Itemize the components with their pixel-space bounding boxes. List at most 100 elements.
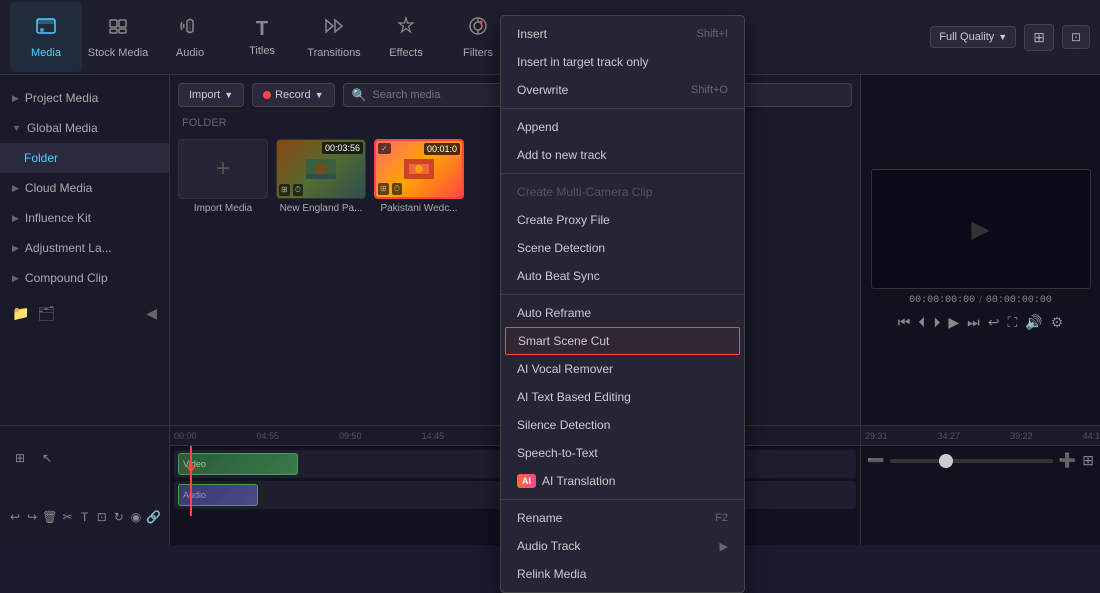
- loop-btn[interactable]: ↩: [988, 314, 1000, 331]
- mark-in-btn[interactable]: ⏴: [918, 314, 925, 331]
- sidebar-item-influence-kit[interactable]: ▶ Influence Kit: [0, 203, 169, 233]
- plus-icon: +: [216, 155, 230, 183]
- clip-label-2: Audio: [183, 490, 206, 500]
- expand-btn[interactable]: ⊡: [1062, 25, 1090, 49]
- toolbar-btn-stock[interactable]: Stock Media: [82, 2, 154, 72]
- menu-item-add-track[interactable]: Add to new track: [501, 141, 744, 169]
- menu-item-create-proxy[interactable]: Create Proxy File: [501, 206, 744, 234]
- menu-item-auto-reframe-label: Auto Reframe: [517, 306, 591, 320]
- ne-thumb-box[interactable]: 00:03:56 ⊞ ⏱: [276, 139, 366, 199]
- import-label: Import: [189, 89, 220, 101]
- menu-item-smart-scene-cut[interactable]: Smart Scene Cut: [505, 327, 740, 355]
- sidebar-item-compound-clip[interactable]: ▶ Compound Clip: [0, 263, 169, 293]
- audio-label: Audio: [176, 47, 204, 59]
- rotate-btn[interactable]: ↻: [112, 505, 126, 529]
- filters-label: Filters: [463, 47, 493, 59]
- menu-item-insert-shortcut: Shift+I: [697, 28, 729, 40]
- track-clip-1[interactable]: Video: [178, 453, 298, 475]
- stock-icon: [107, 15, 129, 43]
- next-frame-btn[interactable]: ⏭: [967, 314, 980, 331]
- menu-item-rename-label: Rename: [517, 511, 562, 525]
- import-btn[interactable]: Import ▼: [178, 83, 244, 107]
- zoom-in-btn[interactable]: ➕: [1059, 452, 1076, 469]
- sidebar-item-global-media[interactable]: ▼ Global Media: [0, 113, 169, 143]
- fit-btn[interactable]: ⊞: [1082, 452, 1094, 469]
- toolbar-btn-effects[interactable]: Effects: [370, 2, 442, 72]
- record-label: Record: [275, 89, 310, 101]
- record-chevron-icon: ▼: [315, 90, 324, 100]
- menu-item-ai-vocal[interactable]: AI Vocal Remover: [501, 355, 744, 383]
- folder-icon[interactable]: 🗂: [37, 305, 55, 322]
- sidebar-item-influence-kit-label: Influence Kit: [25, 211, 91, 225]
- play-btn[interactable]: ▶: [948, 314, 959, 331]
- menu-item-insert[interactable]: Insert Shift+I: [501, 20, 744, 48]
- menu-item-ai-text[interactable]: AI Text Based Editing: [501, 383, 744, 411]
- menu-item-rename-shortcut: F2: [715, 512, 728, 524]
- select-tool-btn[interactable]: ↖: [35, 446, 59, 470]
- menu-item-insert-target[interactable]: Insert in target track only: [501, 48, 744, 76]
- quality-dropdown[interactable]: Full Quality ▼: [930, 26, 1016, 48]
- color-btn[interactable]: ◉: [129, 505, 143, 529]
- media-thumb-pk[interactable]: 00:01:0 ⊞ ⏱ ✓ Pakistani Wedc...: [374, 139, 464, 214]
- mark-out-btn[interactable]: ⏵: [933, 314, 940, 331]
- pk-thumb-box[interactable]: 00:01:0 ⊞ ⏱ ✓: [374, 139, 464, 199]
- menu-item-scene-detection[interactable]: Scene Detection: [501, 234, 744, 262]
- media-thumb-ne[interactable]: 00:03:56 ⊞ ⏱ New England Pa...: [276, 139, 366, 214]
- prev-frame-btn[interactable]: ⏮: [898, 314, 911, 331]
- grid-view-btn[interactable]: ⊞: [1024, 24, 1054, 51]
- menu-item-overwrite[interactable]: Overwrite Shift+O: [501, 76, 744, 104]
- settings-btn[interactable]: ⚙: [1051, 314, 1064, 331]
- sidebar-item-cloud-media[interactable]: ▶ Cloud Media: [0, 173, 169, 203]
- cut-btn[interactable]: ✂: [60, 505, 74, 529]
- undo-btn[interactable]: ↩: [8, 505, 22, 529]
- menu-item-create-proxy-label: Create Proxy File: [517, 213, 610, 227]
- playhead: [190, 446, 192, 516]
- record-dot-icon: [263, 91, 271, 99]
- volume-btn[interactable]: 🔊: [1025, 314, 1042, 331]
- menu-item-append[interactable]: Append: [501, 113, 744, 141]
- add-track-btn[interactable]: ⊞: [8, 446, 32, 470]
- transitions-label: Transitions: [307, 47, 360, 59]
- toolbar-btn-titles[interactable]: T Titles: [226, 2, 298, 72]
- menu-item-ai-text-label: AI Text Based Editing: [517, 390, 631, 404]
- toolbar-btn-audio[interactable]: Audio: [154, 2, 226, 72]
- menu-item-speech-to-text[interactable]: Speech-to-Text: [501, 439, 744, 467]
- menu-item-rename[interactable]: Rename F2: [501, 504, 744, 532]
- arrow-icon: ▶: [12, 273, 19, 284]
- menu-item-audio-track[interactable]: Audio Track ▶: [501, 532, 744, 560]
- toolbar-btn-media[interactable]: Media: [10, 2, 82, 72]
- delete-btn[interactable]: 🗑: [42, 505, 57, 529]
- menu-item-auto-reframe[interactable]: Auto Reframe: [501, 299, 744, 327]
- sidebar-item-adjustment-la[interactable]: ▶ Adjustment La...: [0, 233, 169, 263]
- import-media-box[interactable]: +: [178, 139, 268, 199]
- fullscreen-btn[interactable]: ⛶: [1007, 314, 1017, 331]
- submenu-arrow-icon: ▶: [720, 540, 728, 553]
- menu-item-create-multi-label: Create Multi-Camera Clip: [517, 185, 652, 199]
- timeline-right: 29:31 34:27 39:22 44:17 ➖ ➕ ⊞: [860, 426, 1100, 545]
- import-media-label: Import Media: [178, 203, 268, 214]
- menu-item-silence-detection[interactable]: Silence Detection: [501, 411, 744, 439]
- redo-btn[interactable]: ↪: [25, 505, 39, 529]
- link-btn[interactable]: 🔗: [146, 505, 161, 529]
- collapse-icon[interactable]: ◀: [146, 305, 157, 322]
- toolbar-btn-transitions[interactable]: Transitions: [298, 2, 370, 72]
- menu-item-auto-beat-sync[interactable]: Auto Beat Sync: [501, 262, 744, 290]
- text-btn[interactable]: T: [78, 505, 92, 529]
- arrow-icon: ▶: [12, 243, 19, 254]
- add-folder-icon[interactable]: 📁: [12, 305, 29, 322]
- menu-item-relink-media[interactable]: Relink Media: [501, 560, 744, 588]
- menu-item-relink-media-label: Relink Media: [517, 567, 586, 581]
- sidebar-item-project-media[interactable]: ▶ Project Media: [0, 83, 169, 113]
- menu-item-ai-translation[interactable]: AI AI Translation: [501, 467, 744, 495]
- zoom-slider-thumb[interactable]: [939, 454, 953, 468]
- zoom-out-btn[interactable]: ➖: [867, 452, 884, 469]
- media-thumb-import[interactable]: + Import Media: [178, 139, 268, 214]
- sidebar-item-compound-clip-label: Compound Clip: [25, 271, 108, 285]
- record-btn[interactable]: Record ▼: [252, 83, 334, 107]
- menu-item-insert-target-label: Insert in target track only: [517, 55, 648, 69]
- quality-label: Full Quality: [939, 31, 994, 43]
- menu-item-insert-label: Insert: [517, 27, 547, 41]
- menu-item-create-multi: Create Multi-Camera Clip: [501, 178, 744, 206]
- sidebar-item-folder[interactable]: Folder: [0, 143, 169, 173]
- crop-btn[interactable]: ⊡: [95, 505, 109, 529]
